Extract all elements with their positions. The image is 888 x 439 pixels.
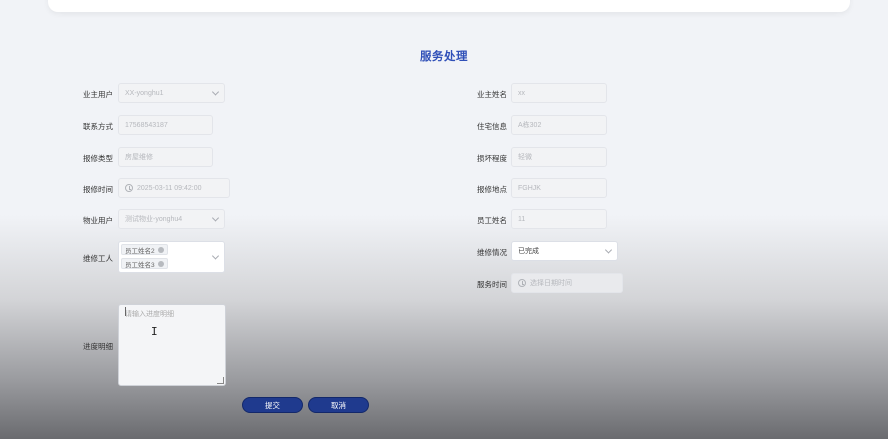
page-title: 服务处理 (420, 51, 468, 63)
worker-tag-label: 员工姓名2 (125, 247, 155, 255)
resize-handle-icon[interactable] (217, 377, 224, 384)
chevron-down-icon (604, 246, 613, 254)
workers-label: 维修工人 (83, 254, 113, 263)
repair-location-label: 报修地点 (477, 185, 507, 194)
progress-textarea[interactable]: 请输入进度明细 (118, 304, 226, 386)
chevron-down-icon (211, 214, 220, 222)
repair-status-value: 已完成 (518, 248, 539, 255)
property-user-label: 物业用户 (83, 216, 113, 225)
owner-name-label: 业主姓名 (477, 90, 507, 99)
damage-level-field[interactable]: 轻微 (511, 147, 607, 167)
close-icon[interactable] (157, 260, 164, 267)
cancel-button[interactable]: 取消 (308, 397, 369, 413)
clock-icon (125, 184, 133, 192)
owner-user-label: 业主用户 (83, 90, 113, 99)
close-icon[interactable] (157, 246, 164, 253)
clock-icon (518, 279, 526, 287)
service-time-label: 服务时间 (477, 280, 507, 289)
residence-field[interactable]: A栋302 (511, 115, 607, 135)
top-card (48, 0, 850, 12)
contact-field[interactable]: 17568543187 (118, 115, 213, 135)
property-user-select[interactable]: 测试物业-yonghu4 (118, 209, 225, 229)
service-time-picker[interactable]: 选择日期时间 (511, 273, 623, 293)
staff-name-field[interactable]: 11 (511, 209, 607, 229)
owner-name-value: xx (518, 89, 525, 97)
worker-tag: 员工姓名2 (121, 244, 168, 255)
property-user-value: 测试物业-yonghu4 (125, 216, 183, 223)
repair-location-value: FGHJK (518, 184, 541, 192)
worker-tag: 员工姓名3 (121, 258, 168, 269)
contact-label: 联系方式 (83, 122, 113, 131)
repair-time-label: 报修时间 (83, 185, 113, 194)
repair-time-value: 2025-03-11 09:42:00 (137, 184, 202, 192)
repair-status-select[interactable]: 已完成 (511, 241, 618, 261)
chevron-down-icon (211, 88, 220, 96)
worker-tag-label: 员工姓名3 (125, 261, 155, 269)
repair-status-label: 维修情况 (477, 248, 507, 257)
submit-button[interactable]: 提交 (242, 397, 303, 413)
repair-type-value: 房屋维修 (125, 154, 153, 161)
repair-type-field[interactable]: 房屋维修 (118, 147, 213, 167)
owner-user-select[interactable]: XX-yonghu1 (118, 83, 225, 103)
contact-value: 17568543187 (125, 121, 168, 129)
repair-type-label: 报修类型 (83, 154, 113, 163)
progress-placeholder: 请输入进度明细 (125, 311, 174, 318)
text-caret (125, 307, 126, 316)
owner-user-value: XX-yonghu1 (125, 89, 164, 97)
chevron-down-icon (211, 252, 220, 260)
text-cursor-icon: I (151, 325, 158, 338)
repair-time-picker[interactable]: 2025-03-11 09:42:00 (118, 178, 230, 198)
residence-label: 住宅信息 (477, 122, 507, 131)
repair-location-field[interactable]: FGHJK (511, 178, 607, 198)
staff-name-label: 员工姓名 (477, 216, 507, 225)
damage-level-label: 损坏程度 (477, 154, 507, 163)
progress-label: 进度明细 (83, 342, 113, 351)
service-time-placeholder: 选择日期时间 (530, 280, 572, 287)
owner-name-field[interactable]: xx (511, 83, 607, 103)
staff-name-value: 11 (518, 215, 526, 223)
residence-value: A栋302 (518, 122, 542, 129)
damage-level-value: 轻微 (518, 154, 532, 161)
